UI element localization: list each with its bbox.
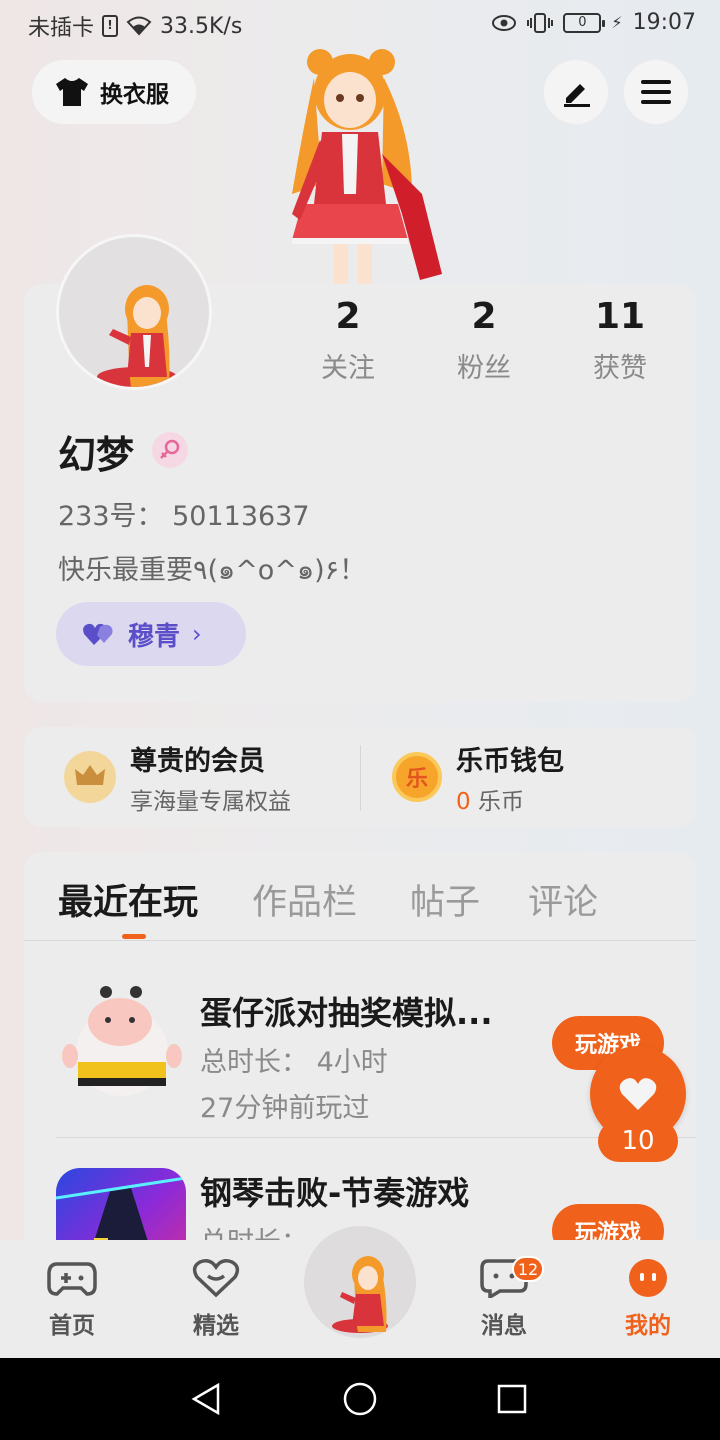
carrier-text: 未插卡: [28, 16, 95, 41]
likes-label: 获赞: [593, 353, 647, 384]
user-id: 233号： 50113637: [58, 501, 310, 532]
username: 幻梦: [58, 433, 135, 477]
relationship-tag-label: 穆青: [128, 621, 181, 652]
status-bar: 未插卡 ! 33.5K/s 0 ⚡ 19:07: [0, 0, 720, 50]
battery-level: 0: [578, 14, 587, 30]
heart-pair-icon: [83, 623, 113, 645]
benefits-card: 尊贵的会员 享海量专属权益 乐 乐币钱包 0 乐币: [24, 727, 696, 827]
home-icon[interactable]: [342, 1381, 378, 1417]
stat-following[interactable]: 2 关注: [283, 296, 413, 385]
shirt-icon: [56, 78, 88, 106]
change-outfit-label: 换衣服: [100, 82, 169, 108]
coin-icon: 乐: [392, 752, 442, 802]
chevron-right-icon: ›: [192, 620, 202, 648]
nav-messages-label: 消息: [481, 1313, 527, 1339]
tab-posts[interactable]: 帖子: [410, 874, 480, 925]
tab-comments[interactable]: 评论: [528, 874, 598, 925]
charging-icon: ⚡: [611, 13, 623, 32]
nav-me[interactable]: 我的: [593, 1258, 703, 1340]
wallet-title: 乐币钱包: [456, 745, 564, 777]
vip-subtitle: 享海量专属权益: [130, 788, 291, 815]
likes-count: 11: [594, 296, 646, 337]
heart-icon: [619, 1078, 657, 1110]
nav-home[interactable]: 首页: [17, 1258, 127, 1340]
edit-button[interactable]: [544, 60, 608, 124]
tab-recently-played[interactable]: 最近在玩: [58, 874, 198, 925]
stat-likes[interactable]: 11 获赞: [555, 296, 685, 385]
eye-comfort-icon: [492, 14, 517, 31]
back-icon[interactable]: [190, 1382, 222, 1416]
system-navigation-bar: [0, 1358, 720, 1440]
vip-member-entry[interactable]: 尊贵的会员 享海量专属权益: [64, 727, 291, 827]
vip-title: 尊贵的会员: [130, 745, 265, 777]
game-list-item[interactable]: 蛋仔派对抽奖模拟... 总时长： 4小时 27分钟前玩过 玩游戏: [24, 962, 696, 1162]
game-duration: 总时长： 4小时: [200, 1047, 388, 1078]
nav-avatar-button[interactable]: [304, 1226, 416, 1338]
nav-avatar-image: [332, 1256, 388, 1333]
followers-label: 粉丝: [457, 353, 511, 384]
menu-icon: [641, 80, 671, 104]
edit-icon: [564, 84, 590, 107]
divider: [24, 940, 696, 941]
game-last-played: 27分钟前玩过: [200, 1093, 370, 1124]
active-tab-indicator: [122, 934, 146, 939]
nav-featured-label: 精选: [193, 1313, 239, 1339]
clock: 19:07: [632, 10, 696, 35]
wallet-unit: 乐币: [477, 788, 524, 815]
network-speed: 33.5K/s: [160, 13, 243, 39]
relationship-tag-button[interactable]: 穆青 ›: [56, 602, 246, 666]
divider: [360, 745, 361, 811]
menu-button[interactable]: [624, 60, 688, 124]
female-icon: [152, 432, 188, 468]
avatar-image: [97, 285, 177, 387]
game-title: 钢琴击败-节奏游戏: [200, 1174, 470, 1212]
following-count: 2: [335, 296, 361, 337]
followers-count: 2: [471, 296, 497, 337]
change-outfit-button[interactable]: 换衣服: [32, 60, 196, 124]
user-bio: 快乐最重要٩(๑^o^๑)۶！: [58, 555, 367, 586]
tab-works[interactable]: 作品栏: [252, 874, 357, 925]
coin-char: 乐: [405, 767, 428, 792]
wifi-icon: [126, 16, 152, 36]
gamepad-icon: [47, 1262, 97, 1296]
like-count: 10: [598, 1120, 678, 1162]
sim-alert-icon: !: [102, 15, 119, 37]
nav-me-label: 我的: [625, 1313, 671, 1339]
following-label: 关注: [321, 353, 375, 384]
avatar-character-figure[interactable]: [262, 44, 452, 288]
message-badge: 12: [512, 1256, 544, 1282]
vibrate-icon: [527, 12, 554, 33]
battery-icon: 0: [563, 12, 606, 33]
game-title: 蛋仔派对抽奖模拟...: [200, 994, 493, 1032]
wallet-entry[interactable]: 乐 乐币钱包 0 乐币: [392, 727, 564, 827]
nav-home-label: 首页: [49, 1313, 95, 1339]
heart-outline-icon: [192, 1259, 240, 1298]
profile-face-icon: [629, 1259, 667, 1297]
nav-featured[interactable]: 精选: [161, 1258, 271, 1340]
stat-followers[interactable]: 2 粉丝: [419, 296, 549, 385]
recents-icon[interactable]: [496, 1383, 528, 1415]
game-icon-eggy: [56, 978, 186, 1108]
crown-icon: [64, 751, 116, 803]
avatar[interactable]: [56, 234, 212, 390]
wallet-amount: 0: [456, 788, 471, 815]
